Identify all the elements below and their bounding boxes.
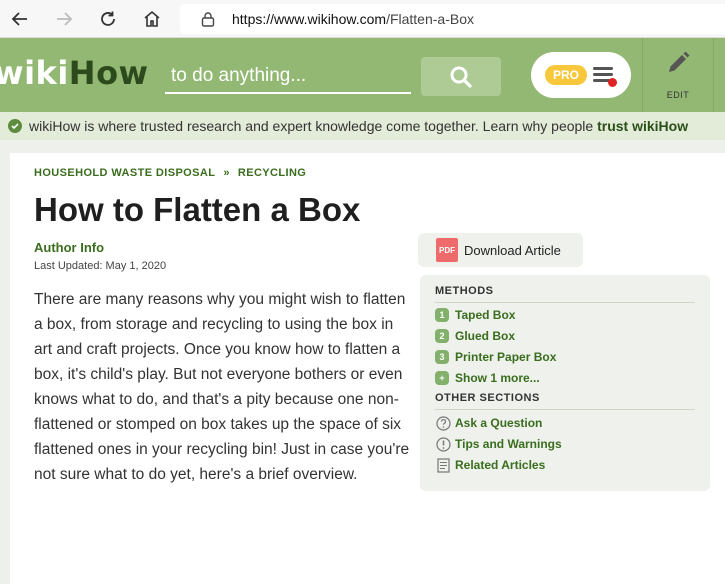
- show-more-link[interactable]: + Show 1 more...: [435, 369, 540, 387]
- back-button[interactable]: [6, 5, 34, 33]
- back-arrow-icon: [11, 12, 27, 26]
- pdf-icon: PDF: [436, 238, 458, 262]
- toc-method-label: Printer Paper Box: [455, 350, 557, 364]
- reload-icon: [101, 11, 115, 26]
- wikihow-logo[interactable]: wikiHow: [0, 54, 149, 92]
- intro-text: There are many reasons why you might wis…: [34, 291, 410, 483]
- pro-menu-button[interactable]: PRO: [531, 52, 631, 98]
- divider: [435, 409, 695, 410]
- toc-section-label: Ask a Question: [455, 416, 543, 430]
- forward-arrow-icon: [57, 12, 73, 26]
- toc-method-item[interactable]: 3 Printer Paper Box: [435, 348, 556, 366]
- edit-button[interactable]: EDIT: [650, 50, 706, 106]
- question-icon: [435, 415, 451, 431]
- toc-section-label: Related Articles: [455, 458, 546, 472]
- article-card: HOUSEHOLD WASTE DISPOSAL » RECYCLING How…: [10, 153, 725, 584]
- plus-icon: +: [435, 371, 449, 385]
- page-title: How to Flatten a Box: [34, 191, 361, 228]
- trust-text: wikiHow is where trusted research and ex…: [29, 118, 689, 134]
- edit-label: EDIT: [666, 90, 690, 100]
- download-article-button[interactable]: PDF Download Article: [418, 233, 583, 267]
- toc-method-item[interactable]: 2 Glued Box: [435, 327, 515, 345]
- toc-section-item[interactable]: Related Articles: [435, 456, 545, 474]
- method-number-badge: 3: [435, 350, 449, 364]
- toc-method-label: Taped Box: [455, 308, 516, 322]
- lock-icon: [198, 9, 218, 29]
- divider: [435, 302, 695, 303]
- toc-method-item[interactable]: 1 Taped Box: [435, 306, 515, 324]
- breadcrumb-item[interactable]: RECYCLING: [238, 167, 306, 179]
- download-label: Download Article: [464, 242, 561, 258]
- trust-link[interactable]: trust wikiHow: [597, 118, 688, 134]
- table-of-contents: METHODS 1 Taped Box 2 Glued Box 3 Printe…: [420, 275, 710, 491]
- address-bar[interactable]: https://www.wikihow.com/Flatten-a-Box: [180, 4, 725, 34]
- last-updated: Last Updated: May 1, 2020: [34, 260, 167, 272]
- notification-dot: [608, 78, 617, 87]
- divider: [642, 38, 643, 112]
- warning-icon: [435, 436, 451, 452]
- url-text: https://www.wikihow.com/Flatten-a-Box: [232, 11, 474, 27]
- author-info-link[interactable]: Author Info: [34, 240, 104, 255]
- search-input[interactable]: [165, 60, 411, 92]
- divider: [713, 38, 714, 112]
- hamburger-menu-icon: [593, 67, 617, 87]
- breadcrumb-separator: »: [223, 167, 230, 179]
- method-number-badge: 2: [435, 329, 449, 343]
- home-icon: [144, 10, 160, 27]
- breadcrumb: HOUSEHOLD WASTE DISPOSAL » RECYCLING: [34, 167, 306, 179]
- forward-button[interactable]: [50, 5, 78, 33]
- toc-method-label: Glued Box: [455, 329, 516, 343]
- trust-banner: wikiHow is where trusted research and ex…: [0, 112, 725, 140]
- checkmark-icon: [8, 119, 22, 133]
- browser-toolbar: https://www.wikihow.com/Flatten-a-Box: [0, 0, 725, 38]
- methods-heading: METHODS: [435, 285, 494, 297]
- method-number-badge: 1: [435, 308, 449, 322]
- breadcrumb-item[interactable]: HOUSEHOLD WASTE DISPOSAL: [34, 167, 215, 179]
- pro-badge: PRO: [545, 65, 587, 85]
- toc-section-item[interactable]: Tips and Warnings: [435, 435, 562, 453]
- site-header: wikiHow PRO EDIT: [0, 38, 725, 112]
- pencil-icon: [669, 51, 690, 72]
- search-icon: [450, 66, 472, 88]
- other-sections-heading: OTHER SECTIONS: [435, 392, 540, 404]
- toc-section-label: Tips and Warnings: [455, 437, 562, 451]
- search-button[interactable]: [421, 57, 501, 96]
- document-icon: [435, 457, 451, 473]
- show-more-label: Show 1 more...: [455, 371, 540, 385]
- reload-button[interactable]: [94, 5, 122, 33]
- search-field: [165, 60, 411, 94]
- toc-section-item[interactable]: Ask a Question: [435, 414, 542, 432]
- home-button[interactable]: [138, 5, 166, 33]
